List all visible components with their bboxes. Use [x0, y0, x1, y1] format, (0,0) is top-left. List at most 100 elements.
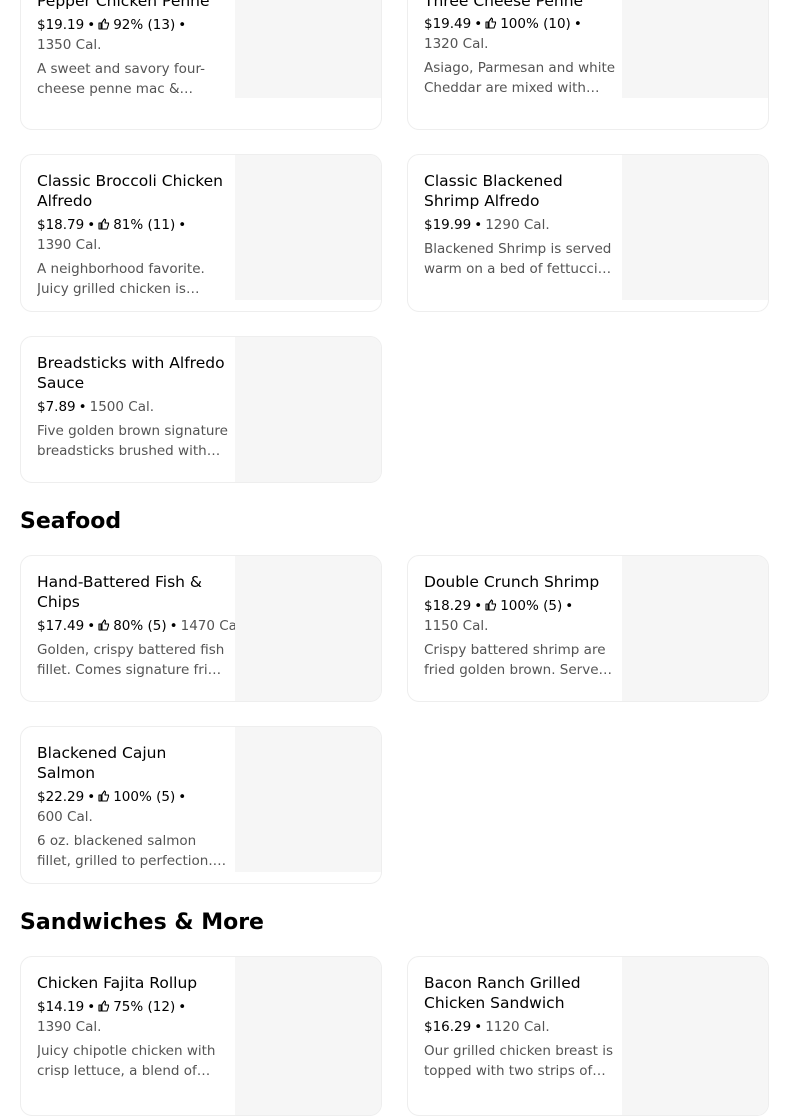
separator: • — [474, 1019, 483, 1035]
separator: • — [78, 399, 87, 415]
menu-item-card[interactable]: Four Cheese with Honey Pepper Chicken Pe… — [20, 0, 382, 130]
menu-item-card[interactable]: Chicken Fajita Rollup $14.19 • 75% (12) • 1… — [20, 956, 382, 1116]
item-price: $18.79 — [37, 217, 85, 233]
item-price: $19.99 — [424, 217, 472, 233]
item-description: Blackened Shrimp is served warm on a bed… — [424, 241, 615, 277]
item-image — [622, 957, 768, 1115]
item-description: Asiago, Parmesan and white Cheddar are m… — [424, 60, 616, 96]
item-calories: 1290 Cal. — [485, 217, 550, 233]
item-meta: $14.19 • 75% (12) • 1390 Cal. — [37, 997, 229, 1037]
menu-item-card[interactable]: Classic Blackened Shrimp Alfredo $19.99 •… — [407, 154, 769, 312]
item-description: A neighborhood favorite. Juicy grilled c… — [37, 261, 205, 297]
item-description: Five golden brown signature breadsticks … — [37, 423, 228, 459]
separator: • — [87, 999, 96, 1015]
item-name: Three Cheese Penne — [424, 0, 584, 10]
item-image — [622, 0, 768, 98]
item-name: Four Cheese with Honey Pepper Chicken Pe… — [37, 0, 210, 10]
item-calories: 1120 Cal. — [485, 1019, 550, 1035]
item-meta: $19.19 • 92% (13) • 1350 Cal. — [37, 15, 229, 55]
thumbs-up-icon — [98, 218, 110, 230]
item-name: Blackened Cajun Salmon — [37, 744, 167, 782]
separator: • — [178, 999, 187, 1015]
item-price: $17.49 — [37, 618, 85, 634]
item-rating: 75% (12) — [113, 999, 176, 1015]
separator: • — [169, 618, 178, 634]
item-calories: 1150 Cal. — [424, 618, 489, 634]
item-image — [235, 727, 381, 872]
item-name: Hand-Battered Fish & Chips — [37, 573, 203, 611]
item-calories: 1500 Cal. — [89, 399, 155, 415]
item-meta: $18.79 • 81% (11) • 1390 Cal. — [37, 215, 229, 255]
separator: • — [87, 17, 96, 33]
item-name: Chicken Fajita Rollup — [37, 974, 198, 992]
item-image — [235, 337, 381, 482]
item-description: Golden, crispy battered fish fillet. Com… — [37, 642, 225, 678]
separator: • — [178, 217, 187, 233]
separator: • — [573, 16, 582, 32]
menu-item-card[interactable]: Breadsticks with Alfredo Sauce $7.89 • 150… — [20, 336, 382, 483]
item-description: Juicy chipotle chicken with crisp lettuc… — [37, 1043, 216, 1079]
item-description: Our grilled chicken breast is topped wit… — [424, 1043, 614, 1079]
item-name: Classic Broccoli Chicken Alfredo — [37, 172, 224, 210]
item-image — [235, 0, 381, 98]
item-meta: $22.29 • 100% (5) • 600 Cal. — [37, 787, 229, 827]
separator: • — [474, 217, 483, 233]
separator: • — [87, 618, 96, 634]
separator: • — [474, 16, 483, 32]
thumbs-up-icon — [98, 790, 110, 802]
item-rating: 100% (5) — [113, 789, 176, 805]
item-meta: $17.49 • 80% (5) • 1470 Cal. — [37, 616, 245, 636]
item-meta: $19.49 • 100% (10) • 1320 Cal. — [424, 14, 616, 54]
item-price: $18.29 — [424, 598, 472, 614]
menu-item-card[interactable]: Three Cheese Penne $19.49 • 100% (10) • 132… — [407, 0, 769, 130]
item-meta: $19.99 • 1290 Cal. — [424, 215, 616, 235]
item-calories: 1390 Cal. — [37, 237, 102, 253]
item-image — [622, 155, 768, 300]
menu-item-card[interactable]: Double Crunch Shrimp $18.29 • 100% (5) • 11… — [407, 555, 769, 702]
item-image — [235, 155, 381, 300]
item-calories: 600 Cal. — [37, 809, 93, 825]
thumbs-up-icon — [98, 18, 110, 30]
separator: • — [87, 789, 96, 805]
separator: • — [87, 217, 96, 233]
item-name: Bacon Ranch Grilled Chicken Sandwich — [424, 974, 581, 1012]
item-rating: 80% (5) — [113, 618, 167, 634]
menu-item-card[interactable]: Blackened Cajun Salmon $22.29 • 100% (5) • … — [20, 726, 382, 884]
item-description: A sweet and savory four-cheese penne mac… — [37, 61, 205, 97]
item-price: $22.29 — [37, 789, 85, 805]
menu-item-card[interactable]: Classic Broccoli Chicken Alfredo $18.79 •… — [20, 154, 382, 312]
menu-item-card[interactable]: Bacon Ranch Grilled Chicken Sandwich $16… — [407, 956, 769, 1116]
thumbs-up-icon — [485, 599, 497, 611]
item-price: $19.19 — [37, 17, 85, 33]
item-meta: $18.29 • 100% (5) • 1150 Cal. — [424, 596, 616, 636]
separator: • — [565, 598, 574, 614]
item-meta: $16.29 • 1120 Cal. — [424, 1017, 616, 1037]
item-rating: 100% (5) — [500, 598, 563, 614]
item-meta: $7.89 • 1500 Cal. — [37, 397, 229, 417]
thumbs-up-icon — [485, 17, 497, 29]
thumbs-up-icon — [98, 1000, 110, 1012]
item-price: $16.29 — [424, 1019, 472, 1035]
item-image — [235, 556, 381, 701]
item-calories: 1320 Cal. — [424, 36, 489, 52]
separator: • — [178, 17, 187, 33]
item-description: Crispy battered shrimp are fried golden … — [424, 642, 608, 678]
item-name: Double Crunch Shrimp — [424, 573, 600, 591]
menu-item-card[interactable]: Hand-Battered Fish & Chips $17.49 • 80% (5… — [20, 555, 382, 702]
item-name: Breadsticks with Alfredo Sauce — [37, 354, 225, 392]
item-image — [622, 556, 768, 701]
thumbs-up-icon — [98, 619, 110, 631]
item-rating: 100% (10) — [500, 16, 571, 32]
item-rating: 92% (13) — [113, 17, 176, 33]
item-calories: 1390 Cal. — [37, 1019, 102, 1035]
item-price: $19.49 — [424, 16, 472, 32]
separator: • — [178, 789, 187, 805]
section-title-sandwiches: Sandwiches & More — [20, 910, 264, 935]
section-title-seafood: Seafood — [20, 509, 122, 534]
item-image — [235, 957, 381, 1115]
item-price: $7.89 — [37, 399, 76, 415]
item-rating: 81% (11) — [113, 217, 176, 233]
item-price: $14.19 — [37, 999, 85, 1015]
item-description: 6 oz. blackened salmon fillet, grilled t… — [37, 833, 213, 869]
item-calories: 1350 Cal. — [37, 37, 102, 53]
